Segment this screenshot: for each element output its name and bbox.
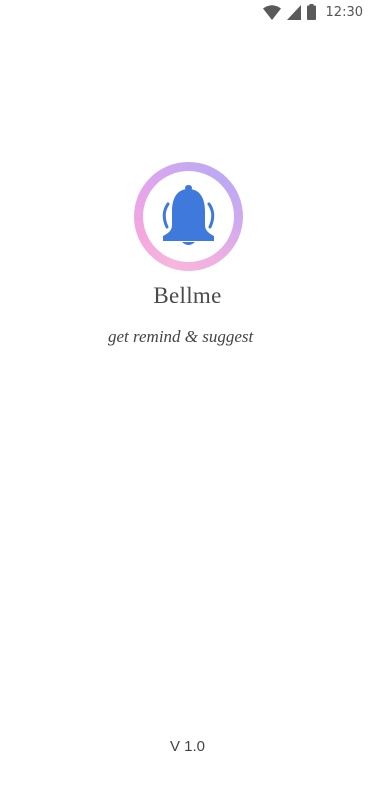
wifi-icon (262, 4, 281, 20)
battery-icon (306, 4, 316, 20)
status-bar: 12:30 (0, 0, 375, 24)
app-logo (134, 162, 243, 271)
version-label: V 1.0 (169, 738, 206, 755)
cellular-signal-icon (286, 4, 301, 20)
tagline: get remind & suggest (108, 327, 254, 346)
app-name: Bellme (153, 283, 222, 308)
bell-ringing-icon (162, 185, 215, 245)
status-icons: 12:30 (262, 3, 363, 21)
status-time: 12:30 (325, 4, 363, 20)
